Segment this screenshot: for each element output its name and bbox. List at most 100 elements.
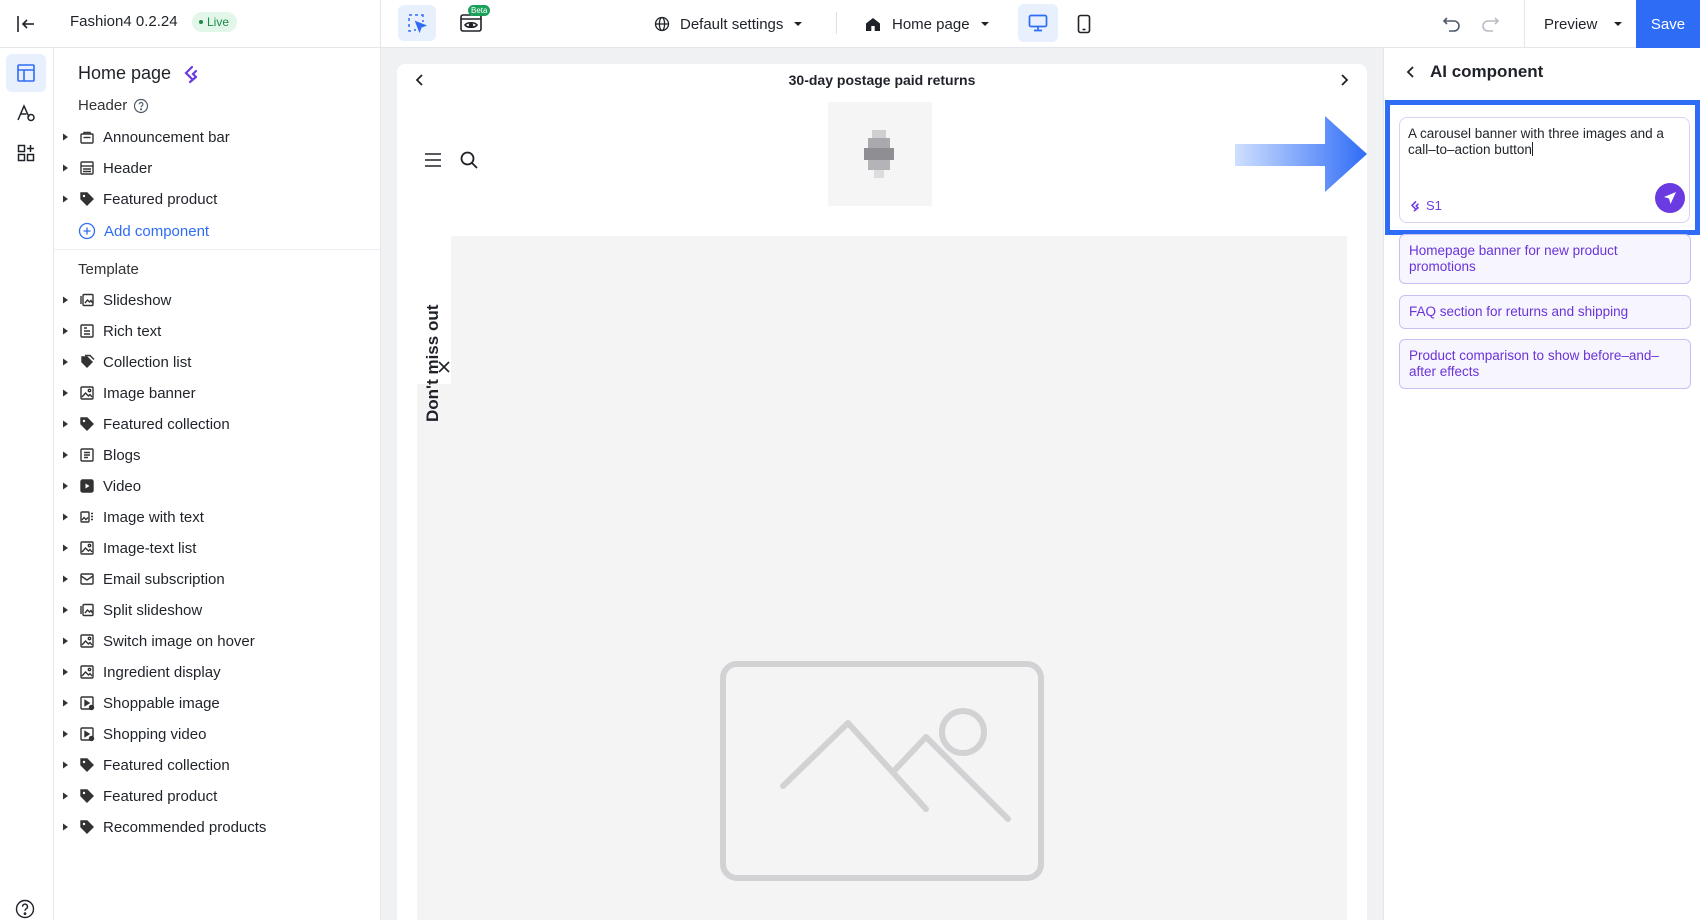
caret-right-icon[interactable] [62, 544, 69, 552]
caret-right-icon[interactable] [62, 668, 69, 676]
hero-image-placeholder[interactable] [417, 236, 1347, 920]
sidebar-item[interactable]: Collection list [54, 346, 380, 378]
preview-dropdown[interactable]: Preview [1544, 12, 1623, 36]
popup-tab-label: Don't miss out [423, 304, 442, 422]
sidebar-item[interactable]: Rich text [54, 315, 380, 347]
sidebar-item[interactable]: Image with text [54, 501, 380, 533]
template-section-label: Template [78, 261, 139, 278]
suggestion-chip[interactable]: Product comparison to show before–and–af… [1399, 339, 1691, 389]
sidebar-item[interactable]: Blogs [54, 439, 380, 471]
caret-right-icon[interactable] [62, 133, 69, 141]
caret-right-icon[interactable] [62, 327, 69, 335]
caret-right-icon[interactable] [62, 606, 69, 614]
caret-right-icon[interactable] [62, 730, 69, 738]
popup-side-tab[interactable]: Don't miss out [417, 210, 451, 422]
sidebar-item[interactable]: Recommended products [54, 811, 380, 843]
tag-icon [80, 820, 94, 834]
font-style-icon [17, 104, 35, 122]
caret-right-icon[interactable] [62, 513, 69, 521]
redo-button[interactable] [1478, 12, 1502, 36]
add-component-label: Add component [104, 222, 210, 240]
undo-button[interactable] [1440, 12, 1464, 36]
tag-icon [80, 417, 94, 431]
sidebar-item[interactable]: Split slideshow [54, 594, 380, 626]
caret-right-icon[interactable] [62, 792, 69, 800]
slideshow-icon [80, 603, 94, 617]
sidebar-item[interactable]: Image-text list [54, 532, 380, 564]
sidebar-item[interactable]: Featured collection [54, 749, 380, 781]
theme-version: 0.2.24 [135, 13, 178, 30]
sidebar-item[interactable]: Featured product [54, 780, 380, 812]
sidebar-item[interactable]: Header [54, 152, 380, 184]
sidebar-item-label: Split slideshow [103, 601, 203, 619]
store-logo[interactable] [828, 102, 932, 206]
chevron-right-icon[interactable] [1337, 73, 1351, 87]
sidebar-item[interactable]: Shopping video [54, 718, 380, 750]
caret-right-icon[interactable] [62, 637, 69, 645]
sidebar-item[interactable]: Switch image on hover [54, 625, 380, 657]
exit-editor-button[interactable] [14, 12, 38, 36]
rail-theme-button[interactable] [6, 94, 46, 132]
slideshow-icon [80, 293, 94, 307]
caret-right-icon[interactable] [62, 358, 69, 366]
caret-right-icon[interactable] [62, 195, 69, 203]
back-chevron-icon[interactable] [1404, 65, 1418, 79]
caret-right-icon[interactable] [62, 164, 69, 172]
sidebar-item[interactable]: Ingredient display [54, 656, 380, 688]
sidebar-item-label: Image banner [103, 384, 196, 402]
undo-icon [1442, 17, 1460, 32]
shoppable-icon [80, 696, 95, 711]
menu-icon[interactable] [423, 150, 443, 170]
select-element-button[interactable] [398, 5, 436, 41]
save-button[interactable]: Save [1636, 0, 1700, 48]
sidebar-item[interactable]: Slideshow [54, 284, 380, 316]
sidebar-item[interactable]: Image banner [54, 377, 380, 409]
caret-right-icon[interactable] [62, 296, 69, 304]
mobile-view-button[interactable] [1070, 10, 1098, 38]
caret-right-icon[interactable] [62, 575, 69, 583]
caret-down-icon [794, 22, 803, 26]
ai-prompt-input[interactable]: A carousel banner with three images and … [1408, 126, 1678, 158]
info-icon[interactable] [133, 98, 149, 114]
help-button[interactable] [14, 898, 36, 920]
settings-dropdown[interactable]: Default settings [654, 12, 803, 36]
collection-tags-icon [81, 354, 95, 368]
sidebar-item[interactable]: Email subscription [54, 563, 380, 595]
page-dropdown[interactable]: Home page [864, 12, 990, 36]
rail-apps-button[interactable] [6, 134, 46, 172]
store-preview-frame[interactable]: 30-day postage paid returns Don't miss o… [397, 64, 1367, 920]
caret-right-icon[interactable] [62, 761, 69, 769]
ai-panel-header: AI component [1404, 62, 1543, 82]
select-cursor-icon [408, 14, 428, 34]
sidebar-item[interactable]: Announcement bar [54, 121, 380, 153]
app-title: Fashion4 0.2.24 [70, 13, 178, 30]
send-prompt-button[interactable] [1655, 183, 1685, 213]
ai-prompt-box[interactable]: A carousel banner with three images and … [1399, 117, 1690, 223]
caret-right-icon[interactable] [62, 451, 69, 459]
divider [380, 0, 381, 48]
divider [54, 249, 380, 250]
suggestion-chip[interactable]: Homepage banner for new product promotio… [1399, 234, 1691, 284]
search-icon[interactable] [459, 150, 479, 170]
sidebar-item-label: Featured collection [103, 756, 230, 774]
sidebar-item-label: Announcement bar [103, 128, 230, 146]
rail-sections-button[interactable] [6, 54, 46, 92]
announcement-bar[interactable]: 30-day postage paid returns [397, 64, 1367, 96]
desktop-view-button[interactable] [1018, 4, 1058, 42]
add-component-button[interactable]: Add component [78, 222, 209, 240]
suggestion-chip[interactable]: FAQ section for returns and shipping [1399, 295, 1691, 329]
caret-right-icon[interactable] [62, 482, 69, 490]
sidebar-item[interactable]: Featured collection [54, 408, 380, 440]
caret-right-icon[interactable] [62, 823, 69, 831]
redo-icon [1482, 17, 1500, 32]
sidebar-item[interactable]: Shoppable image [54, 687, 380, 719]
caret-right-icon[interactable] [62, 389, 69, 397]
caret-right-icon[interactable] [62, 420, 69, 428]
sidebar-item[interactable]: Featured product [54, 183, 380, 215]
header-layout-icon [80, 161, 94, 175]
sidebar-title: Home page [78, 63, 201, 84]
announcement-icon [80, 131, 94, 144]
sidebar-item[interactable]: Video [54, 470, 380, 502]
caret-right-icon[interactable] [62, 699, 69, 707]
ai-model-selector[interactable]: S1 [1409, 198, 1442, 213]
